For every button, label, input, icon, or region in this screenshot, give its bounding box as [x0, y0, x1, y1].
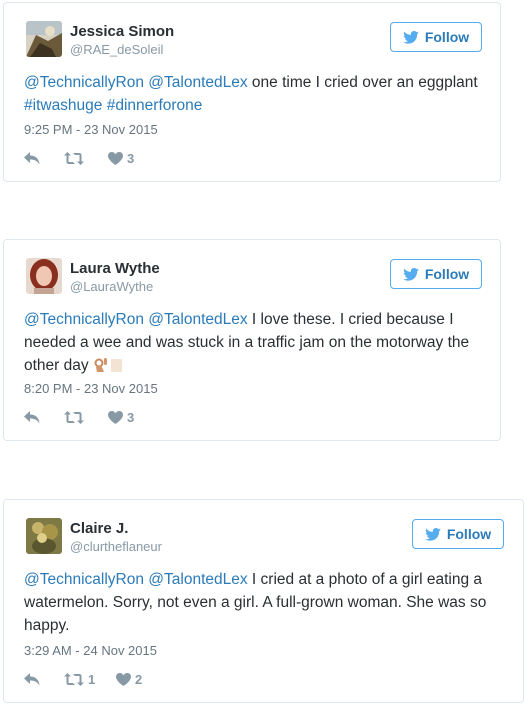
like-count: 3 — [127, 409, 135, 425]
tweet-card: Claire J. @clurtheflaneur Follow @Techni… — [3, 499, 524, 703]
retweet-button[interactable]: 1 — [64, 672, 116, 687]
tweet-text: @TechnicallyRon @TalontedLex I cried at … — [24, 568, 504, 637]
follow-button[interactable]: Follow — [390, 22, 482, 52]
heart-icon — [116, 672, 131, 686]
bird-icon — [403, 267, 419, 281]
retweet-icon — [64, 151, 84, 165]
reply-icon — [24, 672, 40, 685]
hashtag-link[interactable]: #itwashuge — [24, 97, 102, 114]
timestamp[interactable]: 8:20 PM - 23 Nov 2015 — [24, 381, 158, 396]
mention-link[interactable]: @TechnicallyRon — [24, 74, 144, 91]
tweet-card: Jessica Simon @RAE_deSoleil Follow @Tech… — [3, 2, 501, 182]
retweet-button[interactable] — [64, 151, 108, 165]
retweet-icon — [64, 672, 84, 686]
follow-button[interactable]: Follow — [412, 519, 504, 549]
bird-icon — [403, 30, 419, 44]
tweet-actions: 3 — [24, 150, 134, 166]
mention-link[interactable]: @TechnicallyRon — [24, 571, 144, 588]
ok-hand-emoji — [93, 357, 123, 380]
bird-icon — [425, 527, 441, 541]
mention-link[interactable]: @TalontedLex — [148, 74, 247, 91]
like-button[interactable]: 3 — [108, 410, 134, 425]
timestamp[interactable]: 3:29 AM - 24 Nov 2015 — [24, 643, 157, 658]
mention-link[interactable]: @TalontedLex — [148, 311, 247, 328]
tweet-text: @TechnicallyRon @TalontedLex one time I … — [24, 71, 484, 117]
hashtag-link[interactable]: #dinnerforone — [107, 97, 203, 114]
retweet-button[interactable] — [64, 410, 108, 424]
like-count: 3 — [127, 150, 135, 166]
retweet-icon — [64, 410, 84, 424]
mention-link[interactable]: @TalontedLex — [148, 571, 247, 588]
tweet-card: Laura Wythe @LauraWythe Follow @Technica… — [3, 239, 501, 441]
reply-button[interactable] — [24, 410, 64, 424]
user-display-name[interactable]: Claire J. — [70, 520, 128, 537]
follow-label: Follow — [446, 526, 492, 542]
user-display-name[interactable]: Jessica Simon — [70, 23, 174, 40]
avatar[interactable] — [26, 21, 62, 57]
avatar[interactable] — [26, 258, 62, 294]
tweet-actions: 3 — [24, 409, 134, 425]
like-count: 2 — [135, 671, 143, 687]
user-handle[interactable]: @clurtheflaneur — [70, 539, 162, 554]
like-button[interactable]: 2 — [116, 672, 142, 687]
follow-label: Follow — [424, 266, 470, 282]
tweet-body: one time I cried over an eggplant — [247, 74, 478, 91]
timestamp[interactable]: 9:25 PM - 23 Nov 2015 — [24, 122, 158, 137]
tweet-text: @TechnicallyRon @TalontedLex I love thes… — [24, 308, 484, 380]
follow-button[interactable]: Follow — [390, 259, 482, 289]
user-display-name[interactable]: Laura Wythe — [70, 260, 160, 277]
heart-icon — [108, 151, 123, 165]
reply-button[interactable] — [24, 672, 64, 686]
reply-icon — [24, 151, 40, 164]
user-handle[interactable]: @RAE_deSoleil — [70, 42, 163, 57]
avatar[interactable] — [26, 518, 62, 554]
retweet-count: 1 — [88, 671, 96, 687]
mention-link[interactable]: @TechnicallyRon — [24, 311, 144, 328]
reply-button[interactable] — [24, 151, 64, 165]
follow-label: Follow — [424, 29, 470, 45]
user-handle[interactable]: @LauraWythe — [70, 279, 153, 294]
tweet-actions: 1 2 — [24, 671, 142, 687]
reply-icon — [24, 410, 40, 423]
heart-icon — [108, 410, 123, 424]
like-button[interactable]: 3 — [108, 151, 134, 166]
